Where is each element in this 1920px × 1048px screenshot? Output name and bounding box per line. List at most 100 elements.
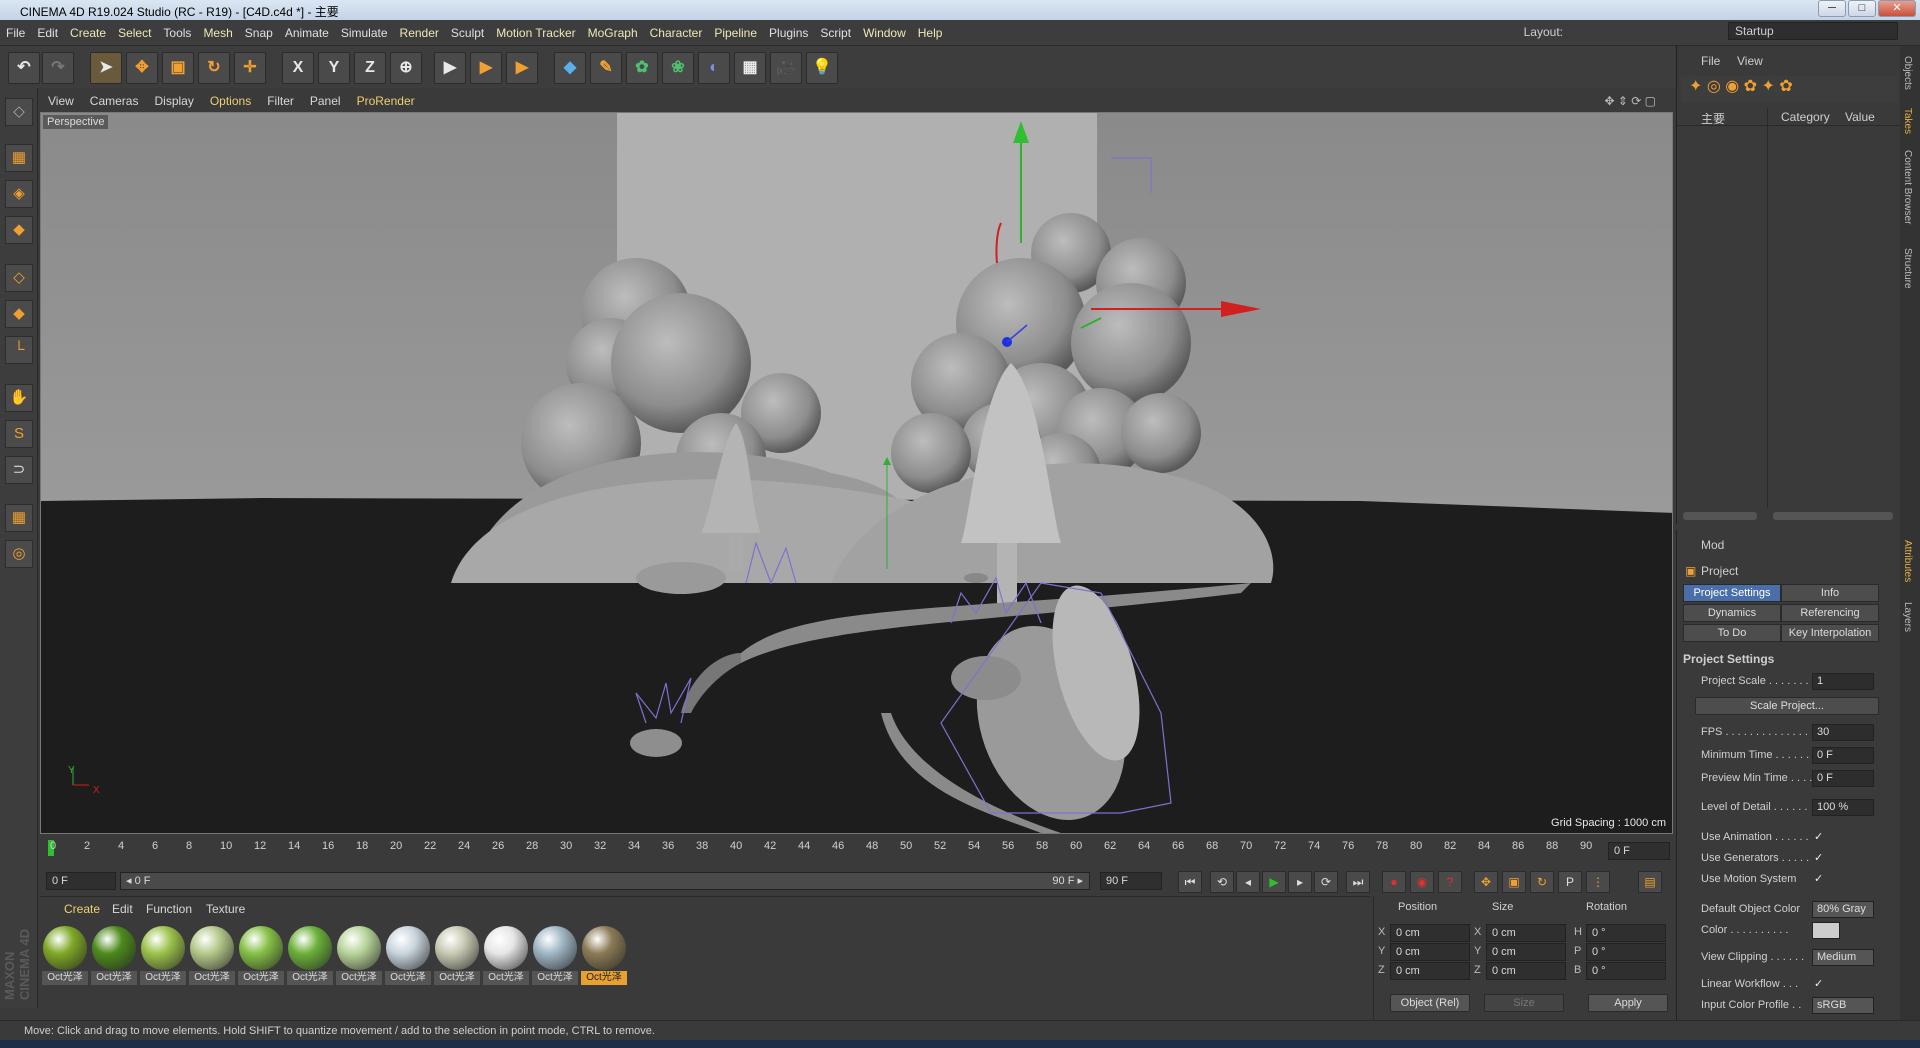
size-mode-select[interactable]: Size (1484, 994, 1564, 1012)
redo-button[interactable]: ↷ (42, 52, 74, 84)
position-field[interactable]: 0 cm (1390, 943, 1470, 961)
material-swatch[interactable]: Oct光泽 (287, 925, 333, 987)
mat-tab-create[interactable]: Create (64, 902, 100, 916)
render-settings-button[interactable]: ▶ (506, 52, 538, 84)
menu-pipeline[interactable]: Pipeline (708, 20, 763, 46)
side-tab-attributes[interactable]: Attributes (1902, 540, 1913, 582)
om-menu-file[interactable]: File (1701, 54, 1720, 68)
menu-snap[interactable]: Snap (239, 20, 279, 46)
menu-mograph[interactable]: MoGraph (582, 20, 644, 46)
vp-menu-filter[interactable]: Filter (259, 90, 302, 112)
render-view-button[interactable]: ▶ (434, 52, 466, 84)
key-position-icon[interactable]: ✥ (1474, 871, 1498, 893)
generator-icon[interactable]: ✿ (626, 52, 658, 84)
transform-tool-button[interactable]: ✛ (234, 52, 266, 84)
checkbox[interactable]: ✓ (1814, 977, 1823, 990)
key-rotation-icon[interactable]: ↻ (1530, 871, 1554, 893)
prop-value[interactable]: 80% Gray (1812, 901, 1874, 918)
start-frame-field[interactable]: 0 F (46, 872, 116, 890)
prop-value[interactable]: 30 (1812, 724, 1874, 741)
menu-select[interactable]: Select (112, 20, 157, 46)
menu-simulate[interactable]: Simulate (335, 20, 394, 46)
go-to-end-button[interactable]: ⏭ (1346, 871, 1370, 893)
mat-tab-texture[interactable]: Texture (206, 902, 245, 916)
undo-button[interactable]: ↶ (8, 52, 40, 84)
position-field[interactable]: 0 cm (1390, 962, 1470, 980)
deformer-icon[interactable]: ❀ (662, 52, 694, 84)
model-mode-icon[interactable]: ▦ (5, 144, 33, 172)
polygons-mode-icon[interactable]: └ (5, 336, 33, 364)
menu-sculpt[interactable]: Sculpt (445, 20, 490, 46)
edges-mode-icon[interactable]: ◆ (5, 300, 33, 328)
checkbox[interactable]: ✓ (1814, 872, 1823, 885)
menu-help[interactable]: Help (912, 20, 949, 46)
menu-edit[interactable]: Edit (31, 20, 64, 46)
vp-menu-view[interactable]: View (40, 90, 82, 112)
key-pla-icon[interactable]: ⋮ (1586, 871, 1610, 893)
om-menu-view[interactable]: View (1737, 54, 1763, 68)
snap-icon[interactable]: ⊃ (5, 456, 33, 484)
material-swatch[interactable]: Oct光泽 (434, 925, 480, 987)
prop-value[interactable]: 1 (1812, 673, 1874, 690)
checkbox[interactable]: ✓ (1814, 851, 1823, 864)
prop-value[interactable]: 100 % (1812, 799, 1874, 816)
material-swatch[interactable]: Oct光泽 (483, 925, 529, 987)
rotation-field[interactable]: 0 ° (1586, 962, 1666, 980)
attr-mode-menu[interactable]: Mod (1701, 538, 1724, 552)
rotate-tool-button[interactable]: ↻ (198, 52, 230, 84)
go-to-start-button[interactable]: ⏮ (1178, 871, 1202, 893)
material-swatch[interactable]: Oct光泽 (189, 925, 235, 987)
menu-plugins[interactable]: Plugins (763, 20, 814, 46)
material-swatch[interactable]: Oct光泽 (91, 925, 137, 987)
range-slider[interactable]: ◂ 0 F 90 F ▸ (120, 872, 1090, 890)
select-tool-button[interactable]: ➤ (90, 52, 122, 84)
coordinate-system-button[interactable]: ⊕ (390, 52, 422, 84)
vp-menu-cameras[interactable]: Cameras (82, 90, 147, 112)
minimize-button[interactable]: ─ (1818, 0, 1846, 17)
menu-character[interactable]: Character (644, 20, 709, 46)
close-button[interactable]: ✕ (1878, 0, 1916, 17)
end-frame-field[interactable]: 90 F (1100, 872, 1162, 890)
prop-value[interactable]: sRGB (1812, 997, 1874, 1014)
menu-mesh[interactable]: Mesh (197, 20, 238, 46)
coordinate-mode-select[interactable]: Object (Rel) (1390, 994, 1470, 1012)
texture-mode-icon[interactable]: ◈ (5, 180, 33, 208)
menu-create[interactable]: Create (64, 20, 112, 46)
maximize-button[interactable]: □ (1848, 0, 1876, 17)
timeline-ruler[interactable]: 0 2 4 6 8 10 12 14 16 18 20 22 24 26 28 30 32 34 36 38 40 42 4… (40, 836, 1673, 866)
workplane-icon[interactable]: ◎ (5, 540, 33, 568)
vp-menu-panel[interactable]: Panel (302, 90, 349, 112)
key-scale-icon[interactable]: ▣ (1502, 871, 1526, 893)
mat-tab-edit[interactable]: Edit (112, 902, 133, 916)
timeline-window-icon[interactable]: ▤ (1638, 871, 1662, 893)
material-swatch[interactable]: Oct光泽 (238, 925, 284, 987)
z-axis-lock-button[interactable]: Z (354, 52, 386, 84)
light-icon[interactable]: 💡 (806, 52, 838, 84)
make-editable-icon[interactable]: ◇ (5, 98, 33, 126)
tab-referencing[interactable]: Referencing (1781, 604, 1879, 622)
key-parameter-icon[interactable]: P (1558, 871, 1582, 893)
cube-icon[interactable]: ◆ (554, 52, 586, 84)
autokey-icon[interactable]: ◉ (1410, 871, 1434, 893)
om-col-name[interactable]: 主要 (1701, 110, 1725, 127)
menu-script[interactable]: Script (814, 20, 857, 46)
previous-frame-button[interactable]: ◂ (1236, 871, 1260, 893)
floor-icon[interactable]: ▦ (734, 52, 766, 84)
side-tab-structure[interactable]: Structure (1902, 248, 1913, 289)
render-picture-viewer-button[interactable]: ▶ (470, 52, 502, 84)
tab-project-settings[interactable]: Project Settings (1683, 584, 1781, 602)
om-scene-icons[interactable]: ✦ ◎ ◉ ✿ ✦ ✿ (1689, 78, 1793, 95)
menu-file[interactable]: File (0, 20, 31, 46)
move-tool-button[interactable]: ✥ (126, 52, 158, 84)
side-tab-content-browser[interactable]: Content Browser (1902, 150, 1913, 224)
record-icon[interactable]: ● (1382, 871, 1406, 893)
workplane-mode-icon[interactable]: ◆ (5, 216, 33, 244)
tab-to-do[interactable]: To Do (1683, 624, 1781, 642)
rotation-field[interactable]: 0 ° (1586, 924, 1666, 942)
axis-mode-icon[interactable]: ✋ (5, 384, 33, 412)
material-swatch[interactable]: Oct光泽 (140, 925, 186, 987)
next-frame-button[interactable]: ▸ (1288, 871, 1312, 893)
prop-value[interactable]: Medium (1812, 949, 1874, 966)
viewport-camera-label[interactable]: Perspective (43, 115, 109, 129)
menu-tools[interactable]: Tools (157, 20, 197, 46)
